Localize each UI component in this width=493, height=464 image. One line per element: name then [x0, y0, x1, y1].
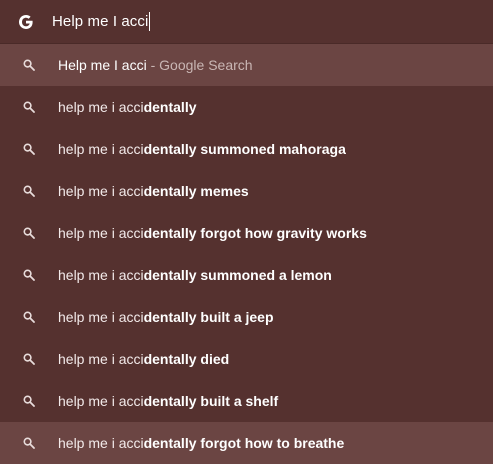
search-icon [0, 311, 58, 323]
suggestion-typed: help me i acci [58, 141, 144, 157]
suggestion-text: help me i accidentally summoned a lemon [58, 267, 332, 283]
suggestion-completion: dentally summoned a lemon [143, 267, 332, 283]
suggestion-list: Help me I acci - Google Search help me i… [0, 44, 493, 464]
suggestion-completion: dentally forgot how to breathe [143, 435, 345, 451]
suggestion-item[interactable]: help me i accidentally built a shelf [0, 380, 493, 422]
suggestion-item[interactable]: help me i accidentally [0, 86, 493, 128]
suggestion-typed: help me i acci [58, 351, 144, 367]
omnibox-input[interactable]: Help me I acci [52, 12, 151, 31]
search-icon [0, 437, 58, 449]
suggestion-item[interactable]: help me i accidentally died [0, 338, 493, 380]
suggestion-completion: dentally summoned mahoraga [143, 141, 346, 157]
search-icon [0, 227, 58, 239]
suggestion-text: help me i accidentally died [58, 351, 229, 367]
suggestion-text: help me i accidentally memes [58, 183, 249, 199]
suggestion-typed: help me i acci [58, 225, 144, 241]
suggestion-item[interactable]: help me i accidentally summoned mahoraga [0, 128, 493, 170]
omnibox-input-row[interactable]: Help me I acci [0, 0, 493, 44]
search-icon [0, 101, 58, 113]
search-icon [0, 269, 58, 281]
search-icon [0, 143, 58, 155]
suggestion-typed: help me i acci [58, 309, 144, 325]
suggestion-text: help me i accidentally summoned mahoraga [58, 141, 346, 157]
suggestion-text: help me i accidentally built a jeep [58, 309, 274, 325]
suggestion-item[interactable]: help me i accidentally memes [0, 170, 493, 212]
suggestion-typed: help me i acci [58, 393, 144, 409]
suggestion-typed: help me i acci [58, 267, 144, 283]
suggestion-completion: dentally [143, 99, 197, 115]
suggestion-google-search[interactable]: Help me I acci - Google Search [0, 44, 493, 86]
suggestion-text: help me i accidentally forgot how to bre… [58, 435, 344, 451]
suggestion-typed: help me i acci [58, 183, 144, 199]
search-icon [0, 395, 58, 407]
suggestion-text: help me i accidentally forgot how gravit… [58, 225, 367, 241]
suggestion-separator: - [146, 57, 160, 73]
omnibox-dropdown: Help me I acci Help me I acci - Google S… [0, 0, 493, 464]
suggestion-completion: dentally forgot how gravity works [143, 225, 367, 241]
google-g-icon [0, 14, 52, 30]
suggestion-text: help me i accidentally [58, 99, 197, 115]
suggestion-typed: help me i acci [58, 435, 144, 451]
suggestion-query: Help me I acci [58, 57, 147, 73]
suggestion-item[interactable]: help me i accidentally built a jeep [0, 296, 493, 338]
suggestion-item[interactable]: help me i accidentally forgot how gravit… [0, 212, 493, 254]
suggestion-item[interactable]: help me i accidentally summoned a lemon [0, 254, 493, 296]
suggestion-text: help me i accidentally built a shelf [58, 393, 278, 409]
suggestion-completion: dentally built a shelf [143, 393, 279, 409]
search-icon [0, 59, 58, 71]
suggestion-typed: help me i acci [58, 99, 144, 115]
suggestion-completion: dentally built a jeep [143, 309, 274, 325]
search-icon [0, 185, 58, 197]
text-caret [149, 12, 151, 31]
search-icon [0, 353, 58, 365]
suggestion-completion: dentally died [143, 351, 230, 367]
suggestion-completion: dentally memes [143, 183, 249, 199]
suggestion-source: Google Search [159, 57, 253, 73]
suggestion-item[interactable]: help me i accidentally forgot how to bre… [0, 422, 493, 464]
omnibox-input-value: Help me I acci [52, 13, 149, 30]
